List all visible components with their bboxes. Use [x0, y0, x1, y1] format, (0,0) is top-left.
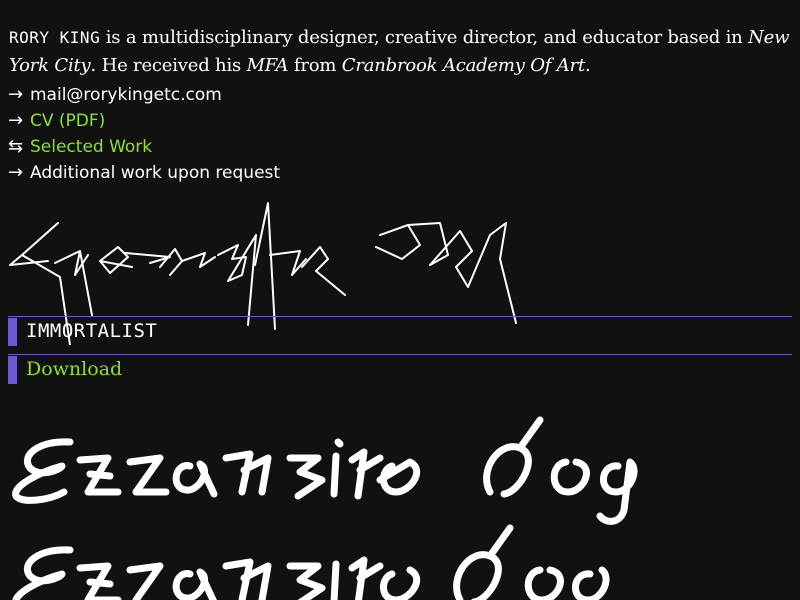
link-row-additional: → Additional work upon request — [8, 160, 280, 186]
intro-text-4: . — [585, 55, 591, 76]
download-row[interactable]: Download — [8, 354, 792, 384]
link-row-email: → mail@rorykingetc.com — [8, 82, 280, 108]
page: RORY KING is a multidisciplinary designe… — [0, 0, 800, 600]
arrow-swap-icon: ⇆ — [8, 136, 24, 157]
intro-text-2: . He received his — [90, 55, 247, 76]
intro-text-1: is a multidisciplinary designer, creativ… — [100, 27, 749, 48]
font-specimen-large — [12, 416, 638, 600]
email-link[interactable]: mail@rorykingetc.com — [30, 82, 222, 108]
additional-work-note: Additional work upon request — [30, 163, 281, 183]
intro-school: Cranbrook Academy Of Art — [341, 55, 586, 76]
intro-text-3: from — [288, 55, 342, 76]
download-row-marker — [8, 356, 17, 384]
arrow-right-icon: → — [8, 162, 24, 183]
designer-name: RORY KING — [9, 28, 101, 47]
font-name: IMMORTALIST — [26, 320, 158, 342]
font-row-marker — [8, 318, 17, 346]
link-row-cv: → CV (PDF) — [8, 108, 280, 134]
font-name-row: IMMORTALIST — [8, 316, 792, 346]
arrow-right-icon: → — [8, 110, 24, 131]
intro-degree: MFA — [246, 55, 289, 76]
link-row-selected-work: ⇆ Selected Work — [8, 134, 280, 160]
intro-paragraph: RORY KING is a multidisciplinary designe… — [9, 24, 799, 80]
selected-work-link[interactable]: Selected Work — [30, 134, 152, 160]
cv-pdf-link[interactable]: CV (PDF) — [30, 108, 105, 134]
download-button[interactable]: Download — [26, 358, 122, 380]
link-list: → mail@rorykingetc.com → CV (PDF) ⇆ Sele… — [8, 82, 280, 186]
arrow-right-icon: → — [8, 84, 24, 105]
